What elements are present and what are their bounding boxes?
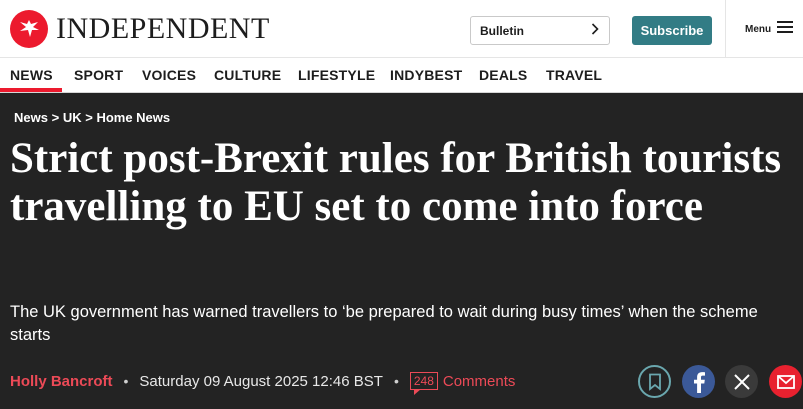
menu-button[interactable]: Menu bbox=[745, 20, 794, 38]
nav-item-sport[interactable]: SPORT bbox=[74, 67, 123, 83]
chevron-right-icon bbox=[591, 22, 599, 40]
email-icon[interactable] bbox=[769, 365, 802, 398]
breadcrumb-uk[interactable]: UK bbox=[63, 110, 82, 125]
facebook-icon[interactable] bbox=[682, 365, 715, 398]
bulletin-button[interactable]: Bulletin bbox=[470, 16, 610, 45]
breadcrumb: News > UK > Home News bbox=[14, 110, 170, 125]
nav-item-voices[interactable]: VOICES bbox=[142, 67, 196, 83]
publish-date: Saturday 09 August 2025 12:46 BST bbox=[139, 372, 383, 390]
nav-item-deals[interactable]: DEALS bbox=[479, 67, 527, 83]
logo-wordmark: INDEPENDENT bbox=[56, 12, 270, 45]
menu-label: Menu bbox=[745, 23, 772, 35]
article-headline: Strict post-Brexit rules for British tou… bbox=[10, 135, 782, 230]
site-header: INDEPENDENT Bulletin Subscribe Menu bbox=[0, 0, 803, 58]
breadcrumb-separator: > bbox=[51, 110, 63, 125]
section-nav: NEWS SPORT VOICES CULTURE LIFESTYLE INDY… bbox=[0, 58, 803, 93]
breadcrumb-separator: > bbox=[85, 110, 97, 125]
comments-label: Comments bbox=[442, 372, 516, 390]
subscribe-button[interactable]: Subscribe bbox=[632, 16, 712, 45]
byline-dot: • bbox=[393, 373, 399, 389]
byline: Holly Bancroft • Saturday 09 August 2025… bbox=[10, 371, 516, 395]
nav-item-news[interactable]: NEWS bbox=[10, 67, 53, 83]
hamburger-icon bbox=[777, 20, 794, 38]
eagle-icon bbox=[10, 10, 48, 48]
site-logo[interactable]: INDEPENDENT bbox=[10, 10, 270, 48]
header-divider bbox=[725, 0, 726, 58]
nav-item-lifestyle[interactable]: LIFESTYLE bbox=[298, 67, 375, 83]
comments-link[interactable]: 248 Comments bbox=[409, 372, 516, 395]
nav-item-culture[interactable]: CULTURE bbox=[214, 67, 281, 83]
x-icon[interactable] bbox=[725, 365, 758, 398]
comment-count-badge: 248 bbox=[409, 372, 438, 395]
nav-item-travel[interactable]: TRAVEL bbox=[546, 67, 602, 83]
breadcrumb-home-news[interactable]: Home News bbox=[96, 110, 170, 125]
breadcrumb-news[interactable]: News bbox=[14, 110, 48, 125]
bookmark-icon[interactable] bbox=[638, 365, 671, 398]
nav-item-indybest[interactable]: INDYBEST bbox=[390, 67, 462, 83]
active-nav-indicator bbox=[0, 88, 62, 92]
bulletin-label: Bulletin bbox=[480, 23, 524, 38]
article-standfirst: The UK government has warned travellers … bbox=[10, 303, 758, 344]
byline-dot: • bbox=[123, 373, 129, 389]
author-link[interactable]: Holly Bancroft bbox=[10, 373, 113, 390]
